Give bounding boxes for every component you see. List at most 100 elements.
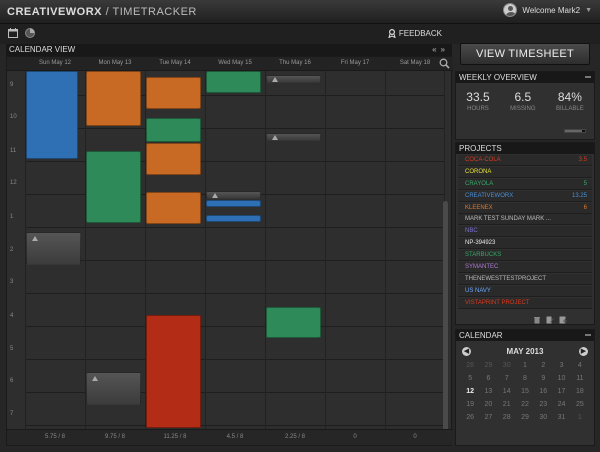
mini-calendar-day[interactable]: 30	[534, 413, 552, 423]
project-item[interactable]: COCA-COLA 3.5	[458, 155, 592, 166]
warning-icon	[212, 193, 218, 198]
mini-calendar-day[interactable]: 11	[571, 374, 589, 384]
mini-calendar-day[interactable]: 31	[552, 413, 570, 423]
project-hours: 6	[583, 204, 587, 211]
mini-calendar-day[interactable]: 1	[516, 361, 534, 371]
project-list: COCA-COLA 3.5 CORONA CRAYOLA 5 CREATIVEWORX 13…	[456, 154, 594, 311]
project-item[interactable]: US NAVY	[458, 285, 592, 297]
event-block[interactable]	[266, 307, 321, 338]
mini-calendar-day[interactable]: 6	[479, 374, 497, 384]
event-block[interactable]	[206, 215, 261, 222]
collapse-icon[interactable]	[585, 334, 591, 336]
mini-calendar-day[interactable]: 10	[552, 374, 570, 384]
event-block[interactable]	[266, 133, 321, 141]
zoom-icon[interactable]	[439, 58, 450, 69]
project-item[interactable]: THENEWESTTESTPROJECT	[458, 273, 592, 285]
event-block[interactable]	[206, 200, 261, 207]
event-block[interactable]	[26, 71, 78, 159]
mini-calendar-day[interactable]: 20	[479, 400, 497, 410]
mini-calendar-day[interactable]: 29	[479, 361, 497, 371]
mini-calendar-day[interactable]: 28	[498, 413, 516, 423]
mini-calendar-day[interactable]: 28	[461, 361, 479, 371]
mini-calendar-day[interactable]: 18	[571, 387, 589, 397]
day-header-sat: Sat May 18	[399, 60, 431, 66]
project-item[interactable]: MARK TEST SUNDAY MARK ...	[458, 214, 592, 226]
billable-progress-bar	[564, 129, 586, 133]
mini-calendar-day[interactable]: 1	[571, 413, 589, 423]
view-timesheet-button[interactable]: VIEW TIMESHEET	[460, 43, 590, 65]
event-block[interactable]	[206, 191, 261, 199]
project-item[interactable]: CORONA	[458, 166, 592, 178]
event-block[interactable]	[266, 75, 321, 83]
event-block[interactable]	[146, 192, 201, 224]
clock-icon[interactable]	[24, 27, 36, 39]
next-month-icon[interactable]: ▶	[579, 347, 588, 356]
mini-calendar-day[interactable]: 29	[516, 413, 534, 423]
calendar-icon[interactable]	[7, 27, 19, 39]
mini-calendar-day[interactable]: 23	[534, 400, 552, 410]
event-block[interactable]	[146, 118, 201, 142]
event-block[interactable]	[26, 232, 81, 265]
mini-calendar-day[interactable]: 5	[461, 374, 479, 384]
mini-calendar-day[interactable]: 25	[571, 400, 589, 410]
project-item[interactable]: CRAYOLA 5	[458, 178, 592, 190]
welcome-text: Welcome Mark2	[522, 5, 581, 15]
event-block[interactable]	[86, 71, 141, 126]
mini-calendar-day[interactable]: 12	[461, 387, 479, 397]
mini-calendar-day[interactable]: 30	[498, 361, 516, 371]
hour-label: 7	[10, 411, 14, 417]
mini-calendar-day[interactable]: 24	[552, 400, 570, 410]
event-block[interactable]	[206, 71, 261, 93]
prev-month-icon[interactable]: ◀	[462, 347, 471, 356]
mini-calendar-day[interactable]: 7	[498, 374, 516, 384]
projects-title: PROJECTS	[456, 143, 594, 154]
day-divider	[385, 71, 386, 431]
day-total: 2.25 / 8	[284, 434, 305, 440]
edit-icon[interactable]	[546, 316, 554, 324]
user-menu[interactable]: Welcome Mark2 ▼	[503, 3, 592, 17]
calendar-scrollbar[interactable]	[443, 201, 448, 431]
project-item[interactable]: CREATIVEWORX 13.25	[458, 190, 592, 202]
mini-calendar-day[interactable]: 14	[498, 387, 516, 397]
project-item[interactable]: VISTAPRINT PROJECT	[458, 297, 592, 309]
mini-calendar-day[interactable]: 2	[534, 361, 552, 371]
hour-line	[25, 128, 445, 129]
project-item[interactable]: NBC	[458, 226, 592, 238]
event-block[interactable]	[146, 315, 201, 428]
mini-calendar-day[interactable]: 3	[552, 361, 570, 371]
event-block[interactable]	[146, 143, 201, 175]
project-item[interactable]: STARBUCKS	[458, 250, 592, 262]
mini-calendar-day[interactable]: 27	[479, 413, 497, 423]
mini-calendar-day[interactable]: 19	[461, 400, 479, 410]
project-item[interactable]: NP-394923	[458, 238, 592, 250]
mini-calendar-day[interactable]: 8	[516, 374, 534, 384]
project-item[interactable]: KLEENEX 6	[458, 202, 592, 214]
mini-calendar-day[interactable]: 17	[552, 387, 570, 397]
mini-calendar-day[interactable]: 15	[516, 387, 534, 397]
event-block[interactable]	[86, 151, 141, 223]
feedback-button[interactable]: FEEDBACK	[388, 29, 442, 38]
feedback-icon	[388, 29, 396, 38]
project-item[interactable]: SYMANTEC	[458, 262, 592, 274]
hour-label: 12	[10, 180, 17, 186]
mini-calendar-day[interactable]: 13	[479, 387, 497, 397]
calendar-grid[interactable]: Sun May 12 Mon May 13 Tue May 14 Wed May…	[6, 56, 453, 446]
projects-panel: PROJECTS COCA-COLA 3.5 CORONA CRAYOLA 5 CREAT…	[455, 142, 595, 325]
event-block[interactable]	[86, 372, 141, 405]
stat-billable-value: 84%	[557, 90, 582, 104]
chevron-down-icon[interactable]: ▼	[585, 7, 592, 14]
brand-name: CREATIVEWORX	[7, 6, 103, 18]
mini-calendar-day[interactable]: 9	[534, 374, 552, 384]
mini-calendar-day[interactable]: 21	[498, 400, 516, 410]
mini-calendar-day[interactable]: 16	[534, 387, 552, 397]
prev-week-icon[interactable]: «	[432, 45, 440, 54]
mini-calendar-day[interactable]: 26	[461, 413, 479, 423]
add-project-icon[interactable]	[559, 316, 567, 324]
mini-calendar-day[interactable]: 4	[571, 361, 589, 371]
mini-calendar-day[interactable]: 22	[516, 400, 534, 410]
event-block[interactable]	[146, 77, 201, 109]
next-week-icon[interactable]: »	[441, 45, 449, 54]
trash-icon[interactable]	[533, 316, 541, 324]
top-bar: CREATIVEWORX / TIMETRACKER Welcome Mark2…	[0, 0, 600, 24]
collapse-icon[interactable]	[585, 76, 591, 78]
